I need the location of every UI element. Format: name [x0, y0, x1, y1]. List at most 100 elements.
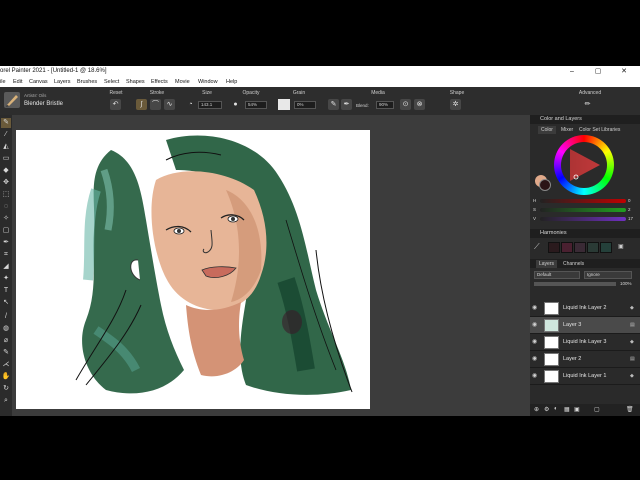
eraser-icon[interactable]: ◆: [1, 166, 11, 176]
shape-icon[interactable]: ◢: [1, 262, 11, 272]
dropper-icon[interactable]: ⁄: [1, 130, 11, 140]
tab-layers[interactable]: Layers: [536, 260, 558, 268]
menu-layers[interactable]: Layers: [54, 77, 71, 87]
harmony-swatch-4[interactable]: [587, 242, 599, 253]
visibility-eye-icon[interactable]: ◉: [532, 372, 539, 379]
color-wheel[interactable]: [554, 135, 614, 195]
menu-canvas[interactable]: Canvas: [29, 77, 48, 87]
visibility-eye-icon[interactable]: ◉: [532, 338, 539, 345]
dodge-icon[interactable]: ◍: [1, 324, 11, 334]
layer-row[interactable]: ◉ Layer 3 ▤: [530, 317, 640, 334]
hue-slider[interactable]: [540, 199, 626, 203]
dab-shape-icon[interactable]: ✲: [450, 99, 461, 110]
layer-commands-bar: ⊕ ⚙ ◐ ▦ ▣ ▢ 🗑: [530, 404, 640, 416]
saturation-slider[interactable]: [540, 208, 626, 212]
menu-shapes[interactable]: Shapes: [126, 77, 145, 87]
value-slider[interactable]: [540, 217, 626, 221]
preserve-select[interactable]: Ignore: [584, 271, 632, 279]
mirror-icon[interactable]: ⌀: [1, 336, 11, 346]
layer-opacity-slider[interactable]: [534, 282, 616, 286]
tab-color-set-libraries[interactable]: Color Set Libraries: [576, 126, 623, 134]
visibility-eye-icon[interactable]: ◉: [532, 304, 539, 311]
text-tool-icon[interactable]: T: [1, 286, 11, 296]
lock-layer-icon[interactable]: ▣: [574, 406, 580, 413]
crop-icon[interactable]: ⌗: [1, 250, 11, 260]
rotate-page-icon[interactable]: ↻: [1, 384, 11, 394]
layer-attributes-icon[interactable]: ⚙: [544, 406, 549, 413]
layer-row[interactable]: ◉ Layer 2 ▤: [530, 351, 640, 368]
harmony-swatch-1[interactable]: [548, 242, 560, 253]
stroke-freehand-icon[interactable]: ∫: [136, 99, 147, 110]
menu-effects[interactable]: Effects: [151, 77, 168, 87]
divine-proportion-icon[interactable]: ✎: [1, 348, 11, 358]
tab-mixer[interactable]: Mixer: [558, 126, 576, 134]
new-layer-icon-2[interactable]: ▢: [594, 406, 600, 413]
stroke-straight-icon[interactable]: ⌒: [150, 99, 161, 110]
visibility-eye-icon[interactable]: ◉: [532, 321, 539, 328]
color-layers-header[interactable]: Color and Layers: [530, 115, 640, 124]
opacity-field[interactable]: 54%: [245, 101, 267, 109]
grain-field[interactable]: 0%: [294, 101, 316, 109]
menu-brushes[interactable]: Brushes: [77, 77, 97, 87]
minimize-button[interactable]: –: [560, 66, 584, 77]
magic-wand-icon[interactable]: ✧: [1, 214, 11, 224]
rectangle-icon[interactable]: ▭: [1, 154, 11, 164]
delete-layer-icon[interactable]: 🗑: [626, 406, 634, 413]
layer-row[interactable]: ◉ Liquid Ink Layer 3 ◆: [530, 334, 640, 351]
tab-channels[interactable]: Channels: [560, 260, 587, 268]
layer-name: Liquid Ink Layer 1: [563, 373, 607, 379]
canvas-area[interactable]: [12, 115, 530, 416]
menu-edit[interactable]: Edit: [13, 77, 22, 87]
media-settings-icon[interactable]: ⊗: [414, 99, 425, 110]
harmonies-header[interactable]: Harmonies: [530, 229, 640, 238]
group-icon[interactable]: ▦: [564, 406, 570, 413]
new-layer-icon[interactable]: ⊕: [534, 406, 539, 413]
perspective-icon[interactable]: ⋌: [1, 360, 11, 370]
brush-tool-icon[interactable]: ✎: [328, 99, 339, 110]
drawing-canvas[interactable]: [16, 130, 370, 409]
menu-window[interactable]: Window: [198, 77, 218, 87]
brush-tool-icon[interactable]: ✎: [1, 118, 11, 128]
visibility-eye-icon[interactable]: ◉: [532, 355, 539, 362]
magnifier-icon[interactable]: ⌕: [1, 396, 11, 406]
burn-icon[interactable]: /: [1, 312, 11, 322]
harmony-swatch-5[interactable]: [600, 242, 612, 253]
size-icon: ◔: [188, 101, 193, 108]
paper-swatch[interactable]: [278, 99, 290, 110]
layer-row[interactable]: ◉ Liquid Ink Layer 1 ◆: [530, 368, 640, 385]
lock-icon[interactable]: ▣: [618, 243, 624, 250]
composite-method-select[interactable]: Default: [534, 271, 580, 279]
select-icon[interactable]: ▢: [1, 226, 11, 236]
pointer-icon[interactable]: ↖: [1, 298, 11, 308]
cloner-icon[interactable]: ✦: [1, 274, 11, 284]
menu-movie[interactable]: Movie: [175, 77, 190, 87]
menu-bar: ile Edit Canvas Layers Brushes Select Sh…: [0, 77, 640, 87]
maximize-button[interactable]: ▢: [586, 66, 610, 77]
reset-label: Reset: [109, 90, 123, 96]
menu-file[interactable]: ile: [0, 77, 6, 87]
mask-icon[interactable]: ◐: [554, 406, 558, 412]
reset-brush-icon[interactable]: ↶: [110, 99, 121, 110]
advanced-brush-icon[interactable]: ✏: [582, 99, 593, 110]
dirty-mode-icon[interactable]: ⊙: [400, 99, 411, 110]
close-button[interactable]: ✕: [612, 66, 636, 77]
pen-icon[interactable]: ✒: [1, 238, 11, 248]
harmony-swatch-2[interactable]: [561, 242, 573, 253]
main-color[interactable]: [539, 179, 551, 191]
stroke-tilt-icon[interactable]: ∿: [164, 99, 175, 110]
harmony-icon[interactable]: ⟋: [534, 242, 540, 252]
harmony-swatch-3[interactable]: [574, 242, 586, 253]
lasso-icon[interactable]: ◌: [1, 202, 11, 212]
pen-icon[interactable]: ✒: [341, 99, 352, 110]
size-field[interactable]: 143.1: [198, 101, 222, 109]
layer-row[interactable]: ◉ Liquid Ink Layer 2 ◆: [530, 300, 640, 317]
menu-select[interactable]: Select: [104, 77, 119, 87]
grabber-icon[interactable]: ✋: [1, 372, 11, 382]
menu-help[interactable]: Help: [226, 77, 237, 87]
layer-adjuster-icon[interactable]: ✥: [1, 178, 11, 188]
brush-selector[interactable]: Artists' Oils Blender Bristle: [2, 90, 82, 112]
blend-field[interactable]: 90%: [376, 101, 394, 109]
transform-icon[interactable]: ⬚: [1, 190, 11, 200]
paint-bucket-icon[interactable]: ◭: [1, 142, 11, 152]
tab-color[interactable]: Color: [538, 126, 556, 134]
